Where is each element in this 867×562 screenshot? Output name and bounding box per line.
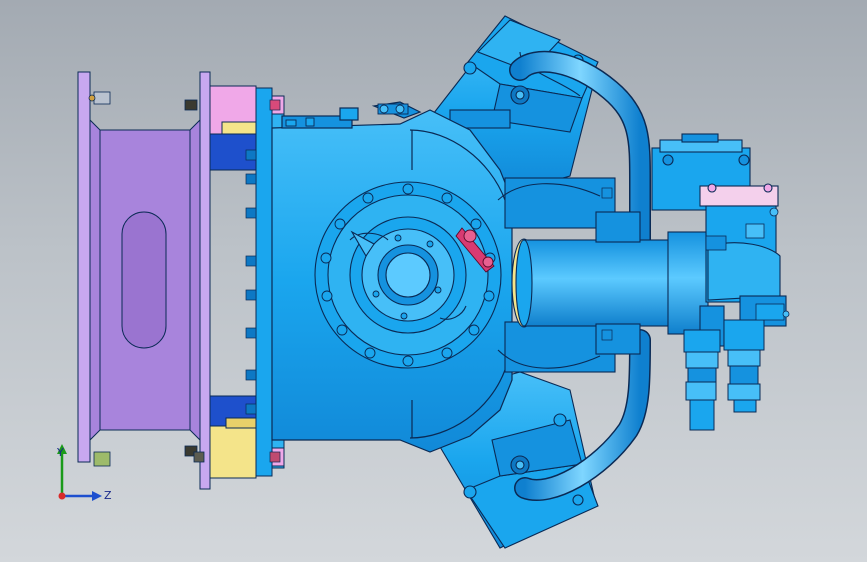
bearing-cover[interactable] bbox=[314, 181, 502, 369]
adapter-blocks[interactable] bbox=[209, 85, 257, 479]
axis-triad: Y Z bbox=[56, 444, 112, 502]
origin-marker bbox=[58, 492, 66, 500]
mounting-flange[interactable] bbox=[77, 71, 211, 490]
z-axis-label: Z bbox=[104, 489, 112, 502]
z-axis-arrow bbox=[92, 491, 102, 501]
y-axis-label: Y bbox=[56, 446, 64, 459]
flange-slot bbox=[121, 211, 167, 349]
flange-left-plate bbox=[77, 71, 91, 463]
outlet-nozzles[interactable] bbox=[683, 319, 765, 431]
flange-right-plate bbox=[199, 71, 211, 490]
cad-viewport[interactable]: Y Z bbox=[0, 0, 867, 562]
plate-bolt-column bbox=[245, 149, 257, 415]
compressor-3d-model[interactable] bbox=[0, 0, 867, 562]
